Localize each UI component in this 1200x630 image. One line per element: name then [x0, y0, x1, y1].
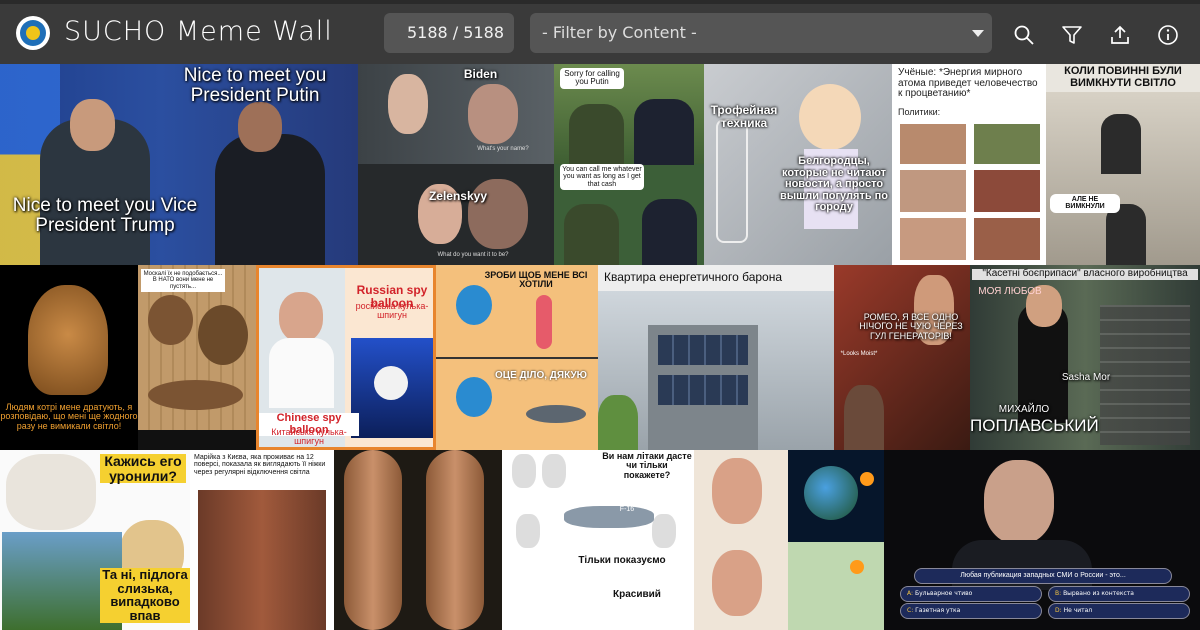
meme-caption: КОЛИ ПОВИННІ БУЛИ ВИМКНУТИ СВІТЛО — [1064, 65, 1182, 89]
meme-caption: Кажись его уронили? — [100, 454, 186, 484]
meme-caption: Nice to meet you President Putin — [183, 65, 327, 106]
meme-tile[interactable] — [334, 450, 502, 630]
meme-tile[interactable]: Людям котрі мене дратують, я розповідаю,… — [0, 265, 138, 450]
quiz-answer-b: B: Вырвано из контекста — [1048, 586, 1190, 602]
meme-caption: Sasha Mor — [1061, 372, 1111, 383]
speech-bubble: Тільки показуємо — [578, 555, 666, 566]
meme-caption: Nice to meet you Vice President Trump — [12, 195, 198, 236]
meme-tile[interactable] — [694, 450, 884, 630]
meme-counter[interactable]: 5188 / 5188 — [384, 13, 514, 53]
search-icon[interactable] — [1013, 24, 1035, 46]
speech-bubble: You can call me whatever you want as lon… — [560, 164, 644, 191]
meme-grid: Nice to meet you President Putin Nice to… — [0, 64, 1200, 630]
meme-caption: *Looks Moist* — [840, 351, 878, 357]
meme-caption: МИХАЙЛО — [998, 404, 1050, 415]
meme-tile[interactable]: Любая публикация западных СМИ о России -… — [884, 450, 1200, 630]
meme-caption: Белгородцы, которые не читают новости, а… — [779, 155, 889, 214]
meme-tile[interactable]: Квартира енергетичного барона — [598, 265, 834, 450]
content-filter-select[interactable]: - Filter by Content - — [530, 13, 992, 53]
meme-tile[interactable]: КОЛИ ПОВИННІ БУЛИ ВИМКНУТИ СВІТЛО АЛЕ НЕ… — [1046, 64, 1200, 265]
meme-caption: What do you want it to be? — [437, 252, 509, 258]
meme-caption: російська кулька-шпигун — [355, 301, 429, 321]
meme-caption: Zelenskyy — [428, 189, 488, 203]
speech-bubble: Красивий — [613, 589, 661, 600]
quiz-answer-c: C: Газетная утка — [900, 603, 1042, 619]
speech-bubble: Ви нам літаки дасте чи тільки покажете? — [602, 451, 692, 480]
meme-tile[interactable]: Nice to meet you President Putin Nice to… — [0, 64, 358, 265]
meme-caption: Политики: — [898, 107, 941, 117]
app-title: SUCHO Meme Wall — [64, 16, 333, 47]
meme-caption: "Касетні боєприпаси" власного виробництв… — [972, 268, 1198, 280]
top-bar: SUCHO Meme Wall 5188 / 5188 - Filter by … — [0, 0, 1200, 64]
chevron-down-icon — [972, 30, 984, 37]
meme-caption: Трофейная техника — [710, 103, 778, 130]
meme-tile[interactable]: Sorry for calling you Putin You can call… — [554, 64, 704, 265]
meme-caption: МОЯ ЛЮБОВ — [978, 286, 1042, 297]
meme-tile[interactable]: Трофейная техника Белгородцы, которые не… — [704, 64, 892, 265]
speech-bubble: Москалі їх не подобається... В НАТО вони… — [141, 269, 225, 292]
meme-caption: ЗРОБИ ЩОБ МЕНЕ ВСІ ХОТІЛИ — [484, 270, 588, 290]
meme-tile[interactable]: Марійка з Києва, яка проживає на 12 пове… — [190, 450, 334, 630]
meme-caption: Та ні, підлога слизька, випадково впав — [100, 568, 190, 623]
meme-caption: ОЦЕ ДІЛО, ДЯКУЮ — [495, 370, 587, 381]
meme-tile[interactable]: Москалі їх не подобається... В НАТО вони… — [138, 265, 256, 450]
info-icon[interactable] — [1157, 24, 1179, 46]
speech-bubble: Sorry for calling you Putin — [560, 68, 624, 89]
meme-caption: Учёные: *Энергия мирного атома приведет … — [898, 67, 1038, 99]
meme-tile[interactable]: Russian spy balloon російська кулька-шпи… — [256, 265, 436, 450]
meme-caption: Китайська кулька-шпигун — [271, 427, 347, 447]
meme-tile[interactable]: Biden What's your name? Zelenskyy What d… — [358, 64, 554, 265]
meme-caption: What's your name? — [477, 146, 529, 152]
meme-tile[interactable]: ЗРОБИ ЩОБ МЕНЕ ВСІ ХОТІЛИ ОЦЕ ДІЛО, ДЯКУ… — [436, 265, 598, 450]
meme-tile[interactable]: Учёные: *Энергия мирного атома приведет … — [892, 64, 1046, 265]
meme-caption: ПОПЛАВСЬКИЙ — [970, 416, 1099, 435]
quiz-question: Любая публикация западных СМИ о России -… — [914, 568, 1172, 584]
sucho-logo[interactable] — [16, 16, 50, 50]
meme-caption: F-16 — [619, 506, 635, 513]
meme-tile[interactable]: РОМЕО, Я ВСЕ ОДНО НІЧОГО НЕ ЧУЮ ЧЕРЕЗ ГУ… — [834, 265, 970, 450]
meme-tile[interactable]: "Касетні боєприпаси" власного виробництв… — [970, 265, 1200, 450]
meme-caption: Марійка з Києва, яка проживає на 12 пове… — [194, 454, 326, 476]
quiz-answer-d: D: Не читал — [1048, 603, 1190, 619]
meme-tile[interactable]: Ви нам літаки дасте чи тільки покажете? … — [502, 450, 694, 630]
meme-caption: РОМЕО, Я ВСЕ ОДНО НІЧОГО НЕ ЧУЮ ЧЕРЕЗ ГУ… — [859, 312, 963, 341]
filter-select-value: - Filter by Content - — [542, 23, 697, 42]
filter-icon[interactable] — [1061, 24, 1083, 46]
speech-bubble: АЛЕ НЕ ВИМКНУЛИ — [1050, 194, 1120, 213]
meme-tile[interactable]: Кажись его уронили? Та ні, підлога слизь… — [0, 450, 190, 630]
meme-caption: Biden — [463, 67, 498, 81]
share-icon[interactable] — [1109, 24, 1131, 46]
quiz-answer-a: A: Бульварное чтиво — [900, 586, 1042, 602]
meme-caption: Людям котрі мене дратують, я розповідаю,… — [0, 402, 138, 431]
meme-caption: Квартира енергетичного барона — [604, 270, 783, 284]
